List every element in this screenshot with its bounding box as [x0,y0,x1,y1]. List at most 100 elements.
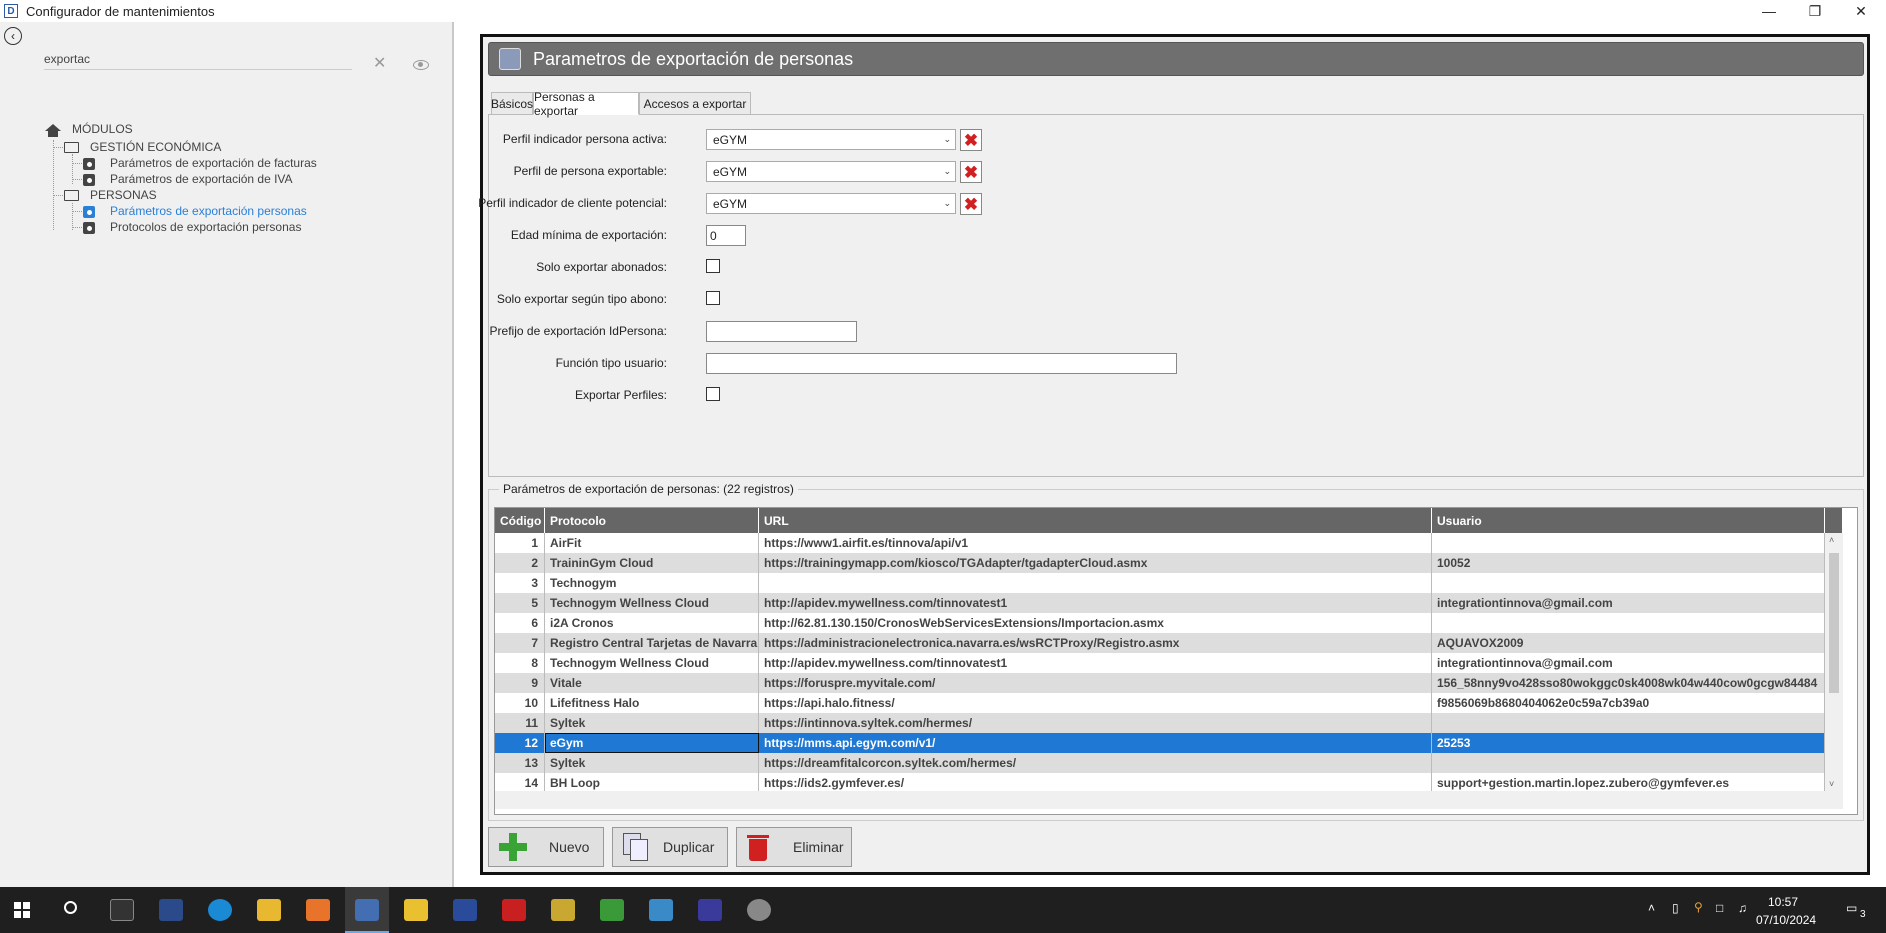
table-row[interactable]: 8 Technogym Wellness Cloud http://apidev.m… [495,653,1825,673]
v-app-icon[interactable] [502,899,526,921]
cell-usuario[interactable]: f9856069b8680404062e0c59a7cb39a0 [1432,693,1825,713]
package-app-icon[interactable] [698,899,722,921]
cell-usuario[interactable]: support+gestion.martin.lopez.zubero@gymf… [1432,773,1825,793]
tree-group-personas[interactable]: PERSONAS [90,188,157,202]
col-usuario[interactable]: Usuario [1432,508,1825,533]
eliminar-button[interactable]: Eliminar [736,827,852,867]
cell-url[interactable]: https://foruspre.myvitale.com/ [759,673,1432,693]
cell-protocolo[interactable]: Vitale [545,673,759,693]
clear-perfil-potencial-button[interactable]: ✖ [960,193,982,215]
close-icon[interactable]: ✕ [1838,0,1884,22]
clear-perfil-exportable-button[interactable]: ✖ [960,161,982,183]
funcion-tipo-usuario-input[interactable] [706,353,1177,374]
cell-url[interactable]: https://administracionelectronica.navarr… [759,633,1432,653]
data-grid[interactable]: Código Protocolo URL Usuario 1 AirFit http… [494,507,1858,815]
cell-codigo[interactable]: 9 [495,673,545,693]
cell-usuario[interactable] [1432,753,1825,773]
tray-network-icon[interactable]: □ [1716,901,1723,915]
cell-usuario[interactable] [1432,573,1825,593]
solo-tipo-abono-checkbox[interactable] [706,291,720,305]
vertical-scrollbar[interactable]: ˄ ˅ [1825,533,1843,791]
cell-usuario[interactable] [1432,533,1825,553]
cell-protocolo[interactable]: Technogym Wellness Cloud [545,593,759,613]
cell-usuario[interactable]: 10052 [1432,553,1825,573]
table-row[interactable]: 13 Syltek https://dreamfitalcorcon.syltek.… [495,753,1825,773]
table-row[interactable]: 12 eGym https://mms.api.egym.com/v1/25253 [495,733,1825,753]
table-row[interactable]: 5 Technogym Wellness Cloud http://apidev.m… [495,593,1825,613]
cell-protocolo[interactable]: Registro Central Tarjetas de Navarra [545,633,759,653]
cell-protocolo[interactable]: Technogym [545,573,759,593]
tools-app-icon[interactable] [551,899,575,921]
cell-usuario[interactable] [1432,713,1825,733]
monitor-app-icon[interactable] [159,899,183,921]
settings-gear-icon[interactable] [747,899,771,921]
edad-minima-input[interactable]: 0 [706,225,746,246]
clock-date[interactable]: 07/10/2024 [1756,913,1816,927]
cell-url[interactable]: https://intinnova.syltek.com/hermes/ [759,713,1432,733]
cell-codigo[interactable]: 10 [495,693,545,713]
col-url[interactable]: URL [759,508,1432,533]
exportar-perfiles-checkbox[interactable] [706,387,720,401]
cell-codigo[interactable]: 8 [495,653,545,673]
cell-url[interactable] [759,573,1432,593]
cell-codigo[interactable]: 7 [495,633,545,653]
tree-item-facturas[interactable]: Parámetros de exportación de facturas [110,156,317,170]
cell-url[interactable]: https://dreamfitalcorcon.syltek.com/herm… [759,753,1432,773]
cell-codigo[interactable]: 5 [495,593,545,613]
table-row[interactable]: 1 AirFit https://www1.airfit.es/tinnova/ap… [495,533,1825,553]
cell-usuario[interactable]: 156_58nny9vo428sso80wokggc0sk4008wk04w44… [1432,673,1825,693]
cell-protocolo[interactable]: Syltek [545,753,759,773]
table-row[interactable]: 7 Registro Central Tarjetas de Navarra htt… [495,633,1825,653]
cell-usuario[interactable]: integrationtinnova@gmail.com [1432,593,1825,613]
perfil-potencial-select[interactable]: eGYM ⌄ [706,193,956,214]
col-codigo[interactable]: Código [495,508,545,533]
perfil-exportable-select[interactable]: eGYM ⌄ [706,161,956,182]
file-explorer-icon[interactable] [257,899,281,921]
scroll-up-icon[interactable]: ˄ [1829,535,1834,545]
cell-codigo[interactable]: 11 [495,713,545,733]
minimize-icon[interactable]: — [1746,0,1792,22]
cell-protocolo[interactable]: Technogym Wellness Cloud [545,653,759,673]
table-row[interactable]: 14 BH Loop https://ids2.gymfever.es/suppor… [495,773,1825,793]
tree-item-protocolos-personas[interactable]: Protocolos de exportación personas [110,220,301,234]
cell-url[interactable]: http://apidev.mywellness.com/tinnovatest… [759,653,1432,673]
cell-codigo[interactable]: 3 [495,573,545,593]
r-yellow-app-icon[interactable] [404,899,428,921]
table-row[interactable]: 3 Technogym [495,573,1825,593]
cell-codigo[interactable]: 12 [495,733,545,753]
r-blue-app-icon[interactable] [453,899,477,921]
cell-usuario[interactable] [1432,613,1825,633]
clear-perfil-activa-button[interactable]: ✖ [960,129,982,151]
cell-url[interactable]: http://62.81.130.150/CronosWebServicesEx… [759,613,1432,633]
tray-volume-icon[interactable]: ♫ [1738,901,1747,915]
table-row[interactable]: 10 Lifefitness Halo https://api.halo.fitne… [495,693,1825,713]
scrollbar-thumb[interactable] [1829,553,1839,693]
cell-codigo[interactable]: 14 [495,773,545,793]
cell-protocolo[interactable]: AirFit [545,533,759,553]
cell-usuario[interactable]: 25253 [1432,733,1825,753]
tab-accesos-exportar[interactable]: Accesos a exportar [639,92,751,115]
cell-protocolo[interactable]: Syltek [545,713,759,733]
solo-abonados-checkbox[interactable] [706,259,720,273]
cell-url[interactable]: https://www1.airfit.es/tinnova/api/v1 [759,533,1432,553]
perfil-activa-select[interactable]: eGYM ⌄ [706,129,956,150]
search-input[interactable]: exportac [44,52,352,70]
document-app-icon[interactable] [600,899,624,921]
clear-search-icon[interactable]: ✕ [373,56,386,72]
tree-item-parametros-personas[interactable]: Parámetros de exportación personas [110,204,307,218]
notification-icon[interactable]: ▭ [1846,901,1857,915]
scroll-down-icon[interactable]: ˅ [1829,779,1834,789]
terminal-icon[interactable] [110,899,134,921]
tray-search-icon[interactable]: ⚲ [1694,900,1703,914]
cell-codigo[interactable]: 13 [495,753,545,773]
table-row[interactable]: 6 i2A Cronos http://62.81.130.150/CronosWe… [495,613,1825,633]
tab-personas-exportar[interactable]: Personas a exportar [533,90,639,118]
cell-codigo[interactable]: 2 [495,553,545,573]
nuevo-button[interactable]: Nuevo [488,827,604,867]
table-row[interactable]: 11 Syltek https://intinnova.syltek.com/her… [495,713,1825,733]
cell-url[interactable]: https://trainingymapp.com/kiosco/TGAdapt… [759,553,1432,573]
cell-codigo[interactable]: 6 [495,613,545,633]
ux-app-icon[interactable] [306,899,330,921]
col-protocolo[interactable]: Protocolo [545,508,759,533]
table-row[interactable]: 2 TraininGym Cloud https://trainingymapp.c… [495,553,1825,573]
